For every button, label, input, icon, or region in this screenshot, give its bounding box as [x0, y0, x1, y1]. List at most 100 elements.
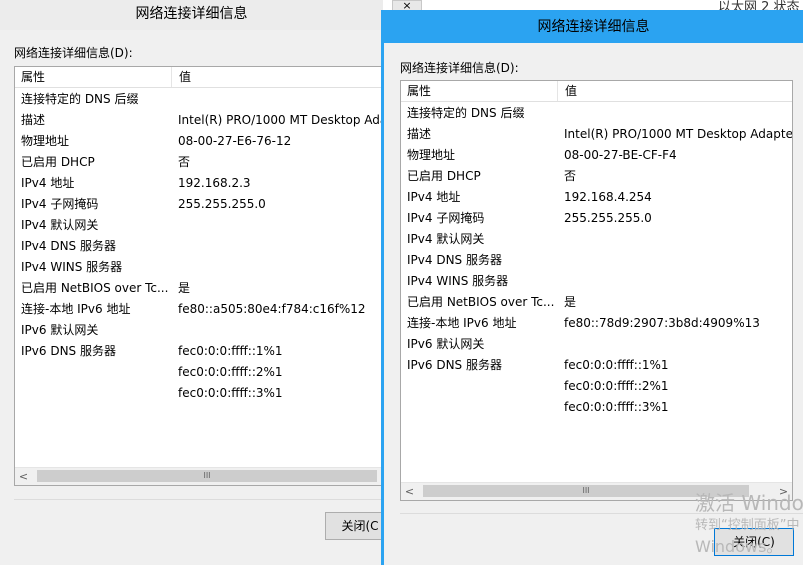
- property-value: fec0:0:0:ffff::3%1: [564, 400, 669, 414]
- list-item[interactable]: IPv6 默认网关: [401, 334, 792, 355]
- dialog-b-group-label: 网络连接详细信息(D):: [400, 61, 519, 75]
- property-value: 192.168.2.3: [178, 176, 251, 190]
- property-name: IPv6 DNS 服务器: [21, 344, 116, 358]
- list-item[interactable]: IPv4 WINS 服务器: [15, 257, 382, 278]
- property-value: Intel(R) PRO/1000 MT Desktop Ada: [178, 113, 383, 127]
- list-item[interactable]: 描述 Intel(R) PRO/1000 MT Desktop Ada: [15, 110, 382, 131]
- list-item[interactable]: IPv4 DNS 服务器: [401, 250, 792, 271]
- list-item[interactable]: IPv4 默认网关: [401, 229, 792, 250]
- property-name: 描述: [407, 127, 432, 141]
- list-item[interactable]: fec0:0:0:ffff::2%1: [15, 362, 382, 383]
- column-separator[interactable]: [171, 67, 172, 87]
- list-item[interactable]: 已启用 NetBIOS over Tc... 是: [401, 292, 792, 313]
- property-value: fec0:0:0:ffff::2%1: [564, 379, 669, 393]
- property-name: IPv4 地址: [21, 176, 75, 190]
- property-name: 已启用 DHCP: [407, 169, 481, 183]
- property-value: 192.168.4.254: [564, 190, 652, 204]
- dialog-a-divider: [14, 499, 383, 500]
- property-value: 是: [564, 295, 577, 309]
- property-name: 连接特定的 DNS 后缀: [407, 106, 525, 120]
- property-value: fe80::78d9:2907:3b8d:4909%13: [564, 316, 760, 330]
- dialog-a-horizontal-scrollbar[interactable]: < III: [15, 467, 382, 485]
- property-value: 否: [564, 169, 577, 183]
- list-item[interactable]: IPv4 子网掩码 255.255.255.0: [15, 194, 382, 215]
- property-value: 255.255.255.0: [178, 197, 266, 211]
- property-value: fec0:0:0:ffff::2%1: [178, 365, 283, 379]
- list-item[interactable]: 物理地址 08-00-27-E6-76-12: [15, 131, 382, 152]
- property-name: 物理地址: [21, 134, 70, 148]
- property-name: IPv4 子网掩码: [21, 197, 99, 211]
- property-value: 是: [178, 281, 191, 295]
- property-name: IPv4 默认网关: [21, 218, 99, 232]
- property-name: 连接-本地 IPv6 地址: [407, 316, 517, 330]
- list-item[interactable]: 连接-本地 IPv6 地址 fe80::a505:80e4:f784:c16f%1…: [15, 299, 382, 320]
- property-name: IPv4 地址: [407, 190, 461, 204]
- activation-watermark-line: 转到“控制面板”中: [695, 518, 800, 533]
- dialog-network-details-a: 网络连接详细信息 网络连接详细信息(D): 属性 值 连接特定的 DNS 后缀描…: [0, 0, 395, 565]
- property-name: 连接-本地 IPv6 地址: [21, 302, 131, 316]
- scroll-left-arrow-icon[interactable]: <: [15, 468, 32, 485]
- scrollbar-thumb[interactable]: III: [37, 470, 377, 482]
- list-item[interactable]: IPv4 WINS 服务器: [401, 271, 792, 292]
- property-name: IPv4 DNS 服务器: [407, 253, 502, 267]
- list-item[interactable]: 已启用 DHCP 否: [15, 152, 382, 173]
- property-name: IPv4 子网掩码: [407, 211, 485, 225]
- dialog-b-details-list[interactable]: 属性 值 连接特定的 DNS 后缀 描述 Intel(R) PRO/1000 MT …: [400, 80, 793, 501]
- property-value: fec0:0:0:ffff::1%1: [178, 344, 283, 358]
- property-name: IPv4 WINS 服务器: [21, 260, 123, 274]
- list-item[interactable]: 已启用 NetBIOS over Tc... 是: [15, 278, 382, 299]
- list-item[interactable]: IPv6 DNS 服务器 fec0:0:0:ffff::1%1: [401, 355, 792, 376]
- list-item[interactable]: IPv4 子网掩码 255.255.255.0: [401, 208, 792, 229]
- property-name: 描述: [21, 113, 46, 127]
- property-value: fec0:0:0:ffff::1%1: [564, 358, 669, 372]
- list-item[interactable]: fec0:0:0:ffff::3%1: [401, 397, 792, 418]
- property-name: IPv6 默认网关: [407, 337, 485, 351]
- property-value: fe80::a505:80e4:f784:c16f%12: [178, 302, 366, 316]
- property-value: 08-00-27-BE-CF-F4: [564, 148, 677, 162]
- property-value: fec0:0:0:ffff::3%1: [178, 386, 283, 400]
- list-item[interactable]: IPv4 地址 192.168.4.254: [401, 187, 792, 208]
- column-separator[interactable]: [557, 81, 558, 101]
- column-header-value[interactable]: 值: [173, 67, 379, 87]
- property-name: 已启用 DHCP: [21, 155, 95, 169]
- list-item[interactable]: 已启用 DHCP 否: [401, 166, 792, 187]
- property-name: 连接特定的 DNS 后缀: [21, 92, 139, 106]
- list-item[interactable]: IPv4 地址 192.168.2.3: [15, 173, 382, 194]
- dialog-network-details-b: 网络连接详细信息 网络连接详细信息(D): 属性 值 连接特定的 DNS 后缀描…: [381, 10, 803, 565]
- list-item[interactable]: 连接-本地 IPv6 地址 fe80::78d9:2907:3b8d:4909%1…: [401, 313, 792, 334]
- dialog-a-group-label: 网络连接详细信息(D):: [14, 46, 133, 60]
- dialog-b-list-header: 属性 值: [401, 81, 792, 102]
- list-item[interactable]: fec0:0:0:ffff::3%1: [15, 383, 382, 404]
- property-name: 已启用 NetBIOS over Tc...: [407, 295, 555, 309]
- property-value: 否: [178, 155, 191, 169]
- list-item[interactable]: IPv4 DNS 服务器: [15, 236, 382, 257]
- property-name: 物理地址: [407, 148, 456, 162]
- property-value: Intel(R) PRO/1000 MT Desktop Adapter: [564, 127, 793, 141]
- property-value: 255.255.255.0: [564, 211, 652, 225]
- activation-watermark-line: Windows。: [695, 537, 783, 556]
- property-name: 已启用 NetBIOS over Tc...: [21, 281, 169, 295]
- dialog-a-details-list[interactable]: 属性 值 连接特定的 DNS 后缀 描述 Intel(R) PRO/1000 MT …: [14, 66, 383, 486]
- dialog-a-title: 网络连接详细信息: [0, 0, 383, 30]
- property-name: IPv6 默认网关: [21, 323, 99, 337]
- list-item[interactable]: IPv6 默认网关: [15, 320, 382, 341]
- list-item[interactable]: 连接特定的 DNS 后缀: [401, 103, 792, 124]
- column-header-property[interactable]: 属性: [401, 81, 557, 101]
- activation-watermark-title: 激活 Windo: [695, 491, 803, 515]
- list-item[interactable]: IPv4 默认网关: [15, 215, 382, 236]
- dialog-b-title: 网络连接详细信息: [384, 13, 803, 43]
- scroll-left-arrow-icon[interactable]: <: [401, 483, 418, 500]
- list-item[interactable]: fec0:0:0:ffff::2%1: [401, 376, 792, 397]
- property-name: IPv4 DNS 服务器: [21, 239, 116, 253]
- list-item[interactable]: 描述 Intel(R) PRO/1000 MT Desktop Adapter: [401, 124, 792, 145]
- dialog-a-list-header: 属性 值: [15, 67, 382, 88]
- property-name: IPv4 默认网关: [407, 232, 485, 246]
- list-item[interactable]: IPv6 DNS 服务器 fec0:0:0:ffff::1%1: [15, 341, 382, 362]
- column-header-property[interactable]: 属性: [15, 67, 171, 87]
- list-item[interactable]: 物理地址 08-00-27-BE-CF-F4: [401, 145, 792, 166]
- property-value: 08-00-27-E6-76-12: [178, 134, 292, 148]
- property-name: IPv4 WINS 服务器: [407, 274, 509, 288]
- column-header-value[interactable]: 值: [559, 81, 785, 101]
- property-name: IPv6 DNS 服务器: [407, 358, 502, 372]
- list-item[interactable]: 连接特定的 DNS 后缀: [15, 89, 382, 110]
